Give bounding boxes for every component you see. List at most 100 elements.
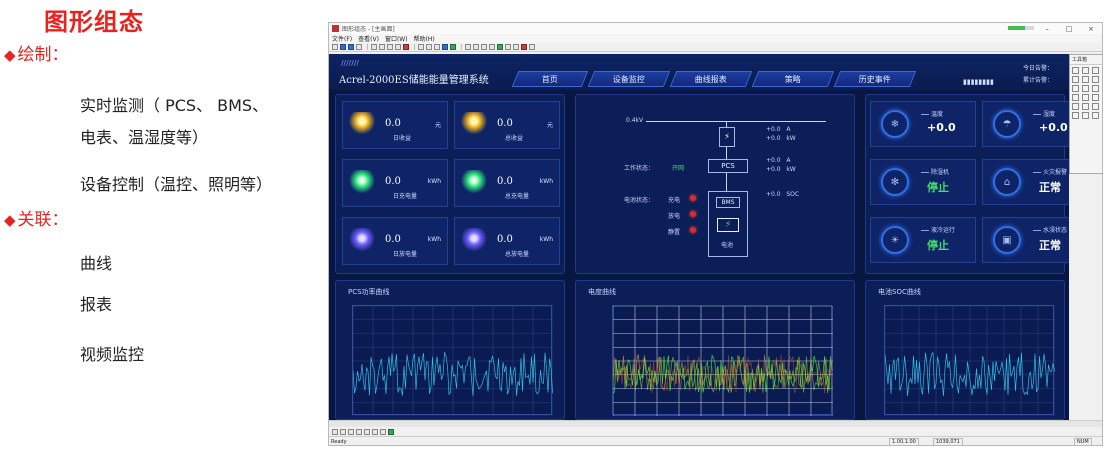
link-icon[interactable] (388, 428, 394, 435)
grid-icon[interactable] (442, 44, 448, 50)
same-width-icon[interactable] (340, 428, 346, 435)
stat-card: 0.0 kWh 日充电量 (342, 159, 448, 207)
blue-discharge-icon (349, 228, 375, 254)
nav-history[interactable]: 历史事件 (833, 71, 917, 87)
new-icon[interactable] (332, 44, 338, 50)
layer-icon[interactable] (497, 44, 503, 50)
redo-icon[interactable] (379, 44, 385, 50)
work-status-value: 开网 (672, 165, 685, 172)
nav-strategy[interactable]: 策略 (751, 71, 835, 87)
stat-value: 0.0 (497, 118, 513, 129)
close-icon[interactable]: × (1080, 25, 1102, 33)
input-tool-icon[interactable] (1082, 94, 1089, 101)
same-height-icon[interactable] (348, 428, 354, 435)
ellipse-tool-icon[interactable] (1092, 76, 1099, 83)
horizontal-scrollbar[interactable] (329, 420, 1102, 427)
alarm-tool-icon[interactable] (1092, 103, 1099, 110)
send-back-icon[interactable] (380, 428, 386, 435)
distribute-h-icon[interactable] (356, 428, 362, 435)
text-tool-icon[interactable] (1082, 85, 1089, 92)
round-rect-tool-icon[interactable] (1082, 76, 1089, 83)
env-value: 正常 (1039, 181, 1061, 194)
align-left-icon[interactable] (465, 44, 471, 50)
pcs-power-trace (353, 306, 553, 416)
zoom-fit-icon[interactable] (434, 44, 440, 50)
align-center-icon[interactable] (473, 44, 479, 50)
stat-label: 日放电量 (393, 251, 418, 258)
ungroup-icon[interactable] (513, 44, 519, 50)
env-card-fire-alarm[interactable]: ⌂ 火灾报警 正常 (982, 159, 1069, 205)
pcs-box[interactable]: PCS (708, 159, 748, 173)
paste-icon[interactable] (403, 44, 409, 50)
stat-unit: 元 (546, 122, 553, 129)
polygon-tool-icon[interactable] (1072, 85, 1079, 92)
bus-line (646, 121, 826, 122)
work-status-label: 工作状态： (624, 165, 655, 172)
water-sensor-icon: ▣ (993, 226, 1021, 254)
nav-home[interactable]: 首页 (511, 71, 589, 87)
env-value: 停止 (927, 239, 949, 252)
today-alarm-label: 今日告警： (1023, 65, 1054, 72)
energy-trace (613, 306, 833, 416)
bring-front-icon[interactable] (372, 428, 378, 435)
zoom-in-icon[interactable] (418, 44, 424, 50)
bms-label: BMS (716, 197, 740, 208)
group-icon[interactable] (505, 44, 511, 50)
button-tool-icon[interactable] (1072, 94, 1079, 101)
env-card-temperature[interactable]: ❄ 温度 +0.0 (870, 101, 976, 147)
zoom-out-icon[interactable] (426, 44, 432, 50)
save-icon[interactable] (348, 44, 354, 50)
distribute-v-icon[interactable] (364, 428, 370, 435)
align-bottom-icon[interactable] (332, 428, 338, 435)
env-card-humidity[interactable]: ☂ 湿度 +0.0 ℃ (982, 101, 1069, 147)
image-tool-icon[interactable] (1092, 85, 1099, 92)
stat-unit: kWh (427, 236, 441, 243)
stat-card: 0.0 kWh 日放电量 (342, 217, 448, 265)
env-card-liquid-cooling[interactable]: ☀ 液冷运行 停止 (870, 217, 976, 263)
open-icon[interactable] (340, 44, 346, 50)
bar-tool-icon[interactable] (1082, 112, 1089, 119)
env-card-dehumidifier[interactable]: ✻ 除湿机 停止 (870, 159, 976, 205)
stat-unit: 元 (434, 122, 441, 129)
table-tool-icon[interactable] (1082, 103, 1089, 110)
menu-file[interactable]: 文件(F) (332, 34, 352, 43)
menu-help[interactable]: 帮助(H) (414, 34, 435, 43)
plus-tool-icon[interactable] (1092, 67, 1099, 74)
hmi-canvas[interactable]: /////// Acrel-2000ES储能能量管理系统 首页 设备监控 曲线报… (329, 54, 1069, 420)
battery-status-label: 电池状态： (624, 197, 655, 204)
delete-icon[interactable] (521, 44, 527, 50)
bulb-icon: ☀ (881, 226, 909, 254)
align-top-icon[interactable] (489, 44, 495, 50)
bms-box[interactable]: BMS ⚡ 电池 (708, 191, 748, 257)
battery-label: 电池 (721, 242, 734, 249)
pointer-tool-icon[interactable] (1072, 67, 1079, 74)
menu-view[interactable]: 查看(V) (358, 34, 379, 43)
draw-item-3: 设备控制（温控、照明等） (80, 175, 273, 194)
gauge-tool-icon[interactable] (1072, 103, 1079, 110)
nav-device-monitor[interactable]: 设备监控 (587, 71, 671, 87)
env-card-water-sensor[interactable]: ▣ 水浸状态 正常 (982, 217, 1069, 263)
video-tool-icon[interactable] (1092, 112, 1099, 119)
properties-icon[interactable] (529, 44, 535, 50)
cut-icon[interactable] (387, 44, 393, 50)
chart-title: 电度曲线 (588, 288, 616, 296)
run-icon[interactable] (450, 44, 456, 50)
meter-current: +0.0 A (766, 126, 791, 133)
menu-window[interactable]: 窗口(W) (385, 34, 408, 43)
undo-icon[interactable] (371, 44, 377, 50)
nav-curve-report[interactable]: 曲线报表 (669, 71, 753, 87)
minimize-icon[interactable]: – (1036, 25, 1058, 33)
curve-tool-icon[interactable] (1072, 112, 1079, 119)
environment-panel: ❄ 温度 +0.0 ☂ 湿度 +0.0 ℃ ✻ 除湿机 停止 ⌂ 火灾报警 正常… (865, 94, 1069, 274)
maximize-icon[interactable]: □ (1058, 25, 1080, 33)
print-icon[interactable] (356, 44, 362, 50)
line-tool-icon[interactable] (1082, 67, 1089, 74)
chart-tool-icon[interactable] (1092, 94, 1099, 101)
rect-tool-icon[interactable] (1072, 76, 1079, 83)
soc-trace (885, 306, 1055, 416)
energy-chart-panel: 电度曲线 (575, 280, 855, 420)
copy-icon[interactable] (395, 44, 401, 50)
diamond-bullet-icon: ◆ (4, 211, 16, 229)
align-right-icon[interactable] (481, 44, 487, 50)
header-stripes: /////// (341, 59, 359, 67)
